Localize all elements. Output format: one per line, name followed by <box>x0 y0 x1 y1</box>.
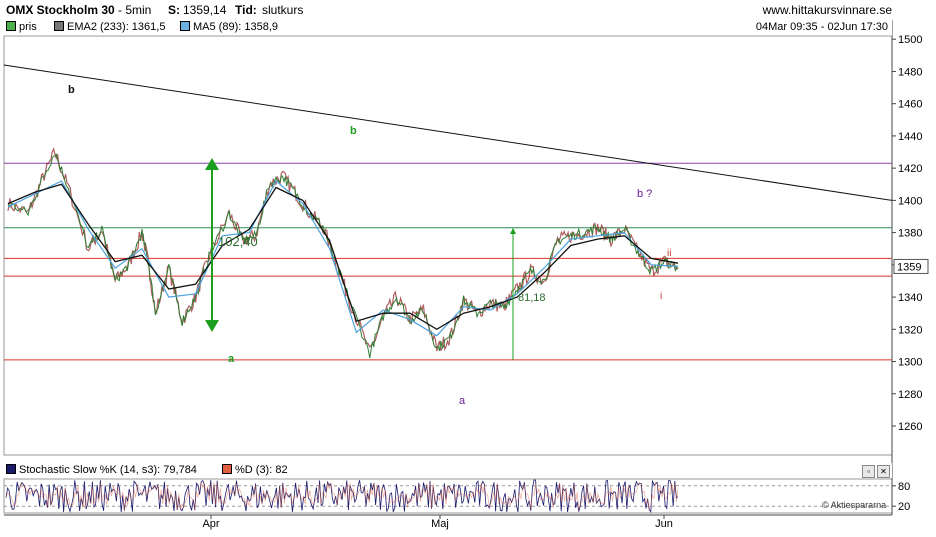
stochastic-tick-label: 80 <box>898 481 910 493</box>
y-tick-label: 1460 <box>898 99 922 111</box>
chart-legend: pris EMA2 (233): 1361,5 MA5 (89): 1358,9… <box>4 20 892 36</box>
legend-swatch <box>180 21 190 31</box>
wave-label-a-mid: a <box>459 395 466 407</box>
y-tick-label: 1480 <box>898 66 922 78</box>
legend-label: pris <box>19 21 37 33</box>
legend-item-pris: pris <box>6 21 37 33</box>
date-range: 04Mar 09:35 - 02Jun 17:30 <box>755 21 888 33</box>
y-tick-label: 1300 <box>898 357 922 369</box>
last-price-value: 1359,14 <box>183 3 227 17</box>
wave-label-b-question: b ? <box>637 188 652 200</box>
last-price-label: S: <box>168 3 180 17</box>
chart-canvas: 1260128013001320134013601380140014201440… <box>3 20 929 530</box>
interval-label: - 5min <box>118 3 152 17</box>
y-tick-label: 1440 <box>898 131 922 143</box>
x-tick-label: Maj <box>431 518 449 530</box>
price-plot-frame <box>3 35 893 456</box>
restore-panel-button[interactable]: ▫ <box>862 465 875 478</box>
price-tag-value: 1359 <box>897 261 921 273</box>
legend-swatch <box>54 21 64 31</box>
wave-label-b-top: b <box>68 84 75 96</box>
legend-label: Stochastic Slow %K (14, s3): 79,784 <box>19 464 197 476</box>
legend-swatch <box>6 464 16 474</box>
y-tick-label: 1380 <box>898 228 922 240</box>
site-url[interactable]: www.hittakursvinnare.se <box>763 3 892 17</box>
move-label-102: 102,40 <box>218 234 258 249</box>
legend-item-ma: MA5 (89): 1358,9 <box>180 21 278 33</box>
y-tick-label: 1320 <box>898 324 922 336</box>
y-tick-label: 1500 <box>898 34 922 46</box>
credit-text: © Aktiespararna <box>822 500 887 510</box>
close-panel-button[interactable]: ✕ <box>877 465 890 478</box>
legend-item-ema: EMA2 (233): 1361,5 <box>54 21 165 33</box>
legend-swatch <box>6 21 16 31</box>
symbol-name: OMX Stockholm 30 <box>6 3 115 17</box>
legend-item-stoch-d: %D (3): 82 <box>222 464 288 476</box>
legend-label: EMA2 (233): 1361,5 <box>67 21 166 33</box>
y-tick-label: 1280 <box>898 389 922 401</box>
wave-label-a-left: a <box>228 353 235 365</box>
y-tick-label: 1260 <box>898 421 922 433</box>
wave-label-ii: ii <box>667 248 671 259</box>
legend-swatch <box>222 464 232 474</box>
y-tick-label: 1400 <box>898 195 922 207</box>
legend-label: %D (3): 82 <box>235 464 288 476</box>
y-tick-label: 1420 <box>898 163 922 175</box>
y-tick-label: 1340 <box>898 292 922 304</box>
title-bar: OMX Stockholm 30 - 5min S: 1359,14 Tid: … <box>0 0 936 20</box>
stochastic-legend: Stochastic Slow %K (14, s3): 79,784 %D (… <box>4 463 892 478</box>
legend-item-stoch-k: Stochastic Slow %K (14, s3): 79,784 <box>6 464 197 476</box>
wave-label-b-mid: b <box>350 125 357 137</box>
wave-label-i: i <box>660 291 662 302</box>
time-value: slutkurs <box>262 3 304 17</box>
x-tick-label: Apr <box>202 518 219 530</box>
stochastic-plot-frame <box>3 478 893 514</box>
x-tick-label: Jun <box>655 518 673 530</box>
legend-label: MA5 (89): 1358,9 <box>193 21 278 33</box>
move-label-81: 81,18 <box>518 292 546 304</box>
stochastic-tick-label: 20 <box>898 501 910 513</box>
time-label: Tid: <box>235 3 257 17</box>
